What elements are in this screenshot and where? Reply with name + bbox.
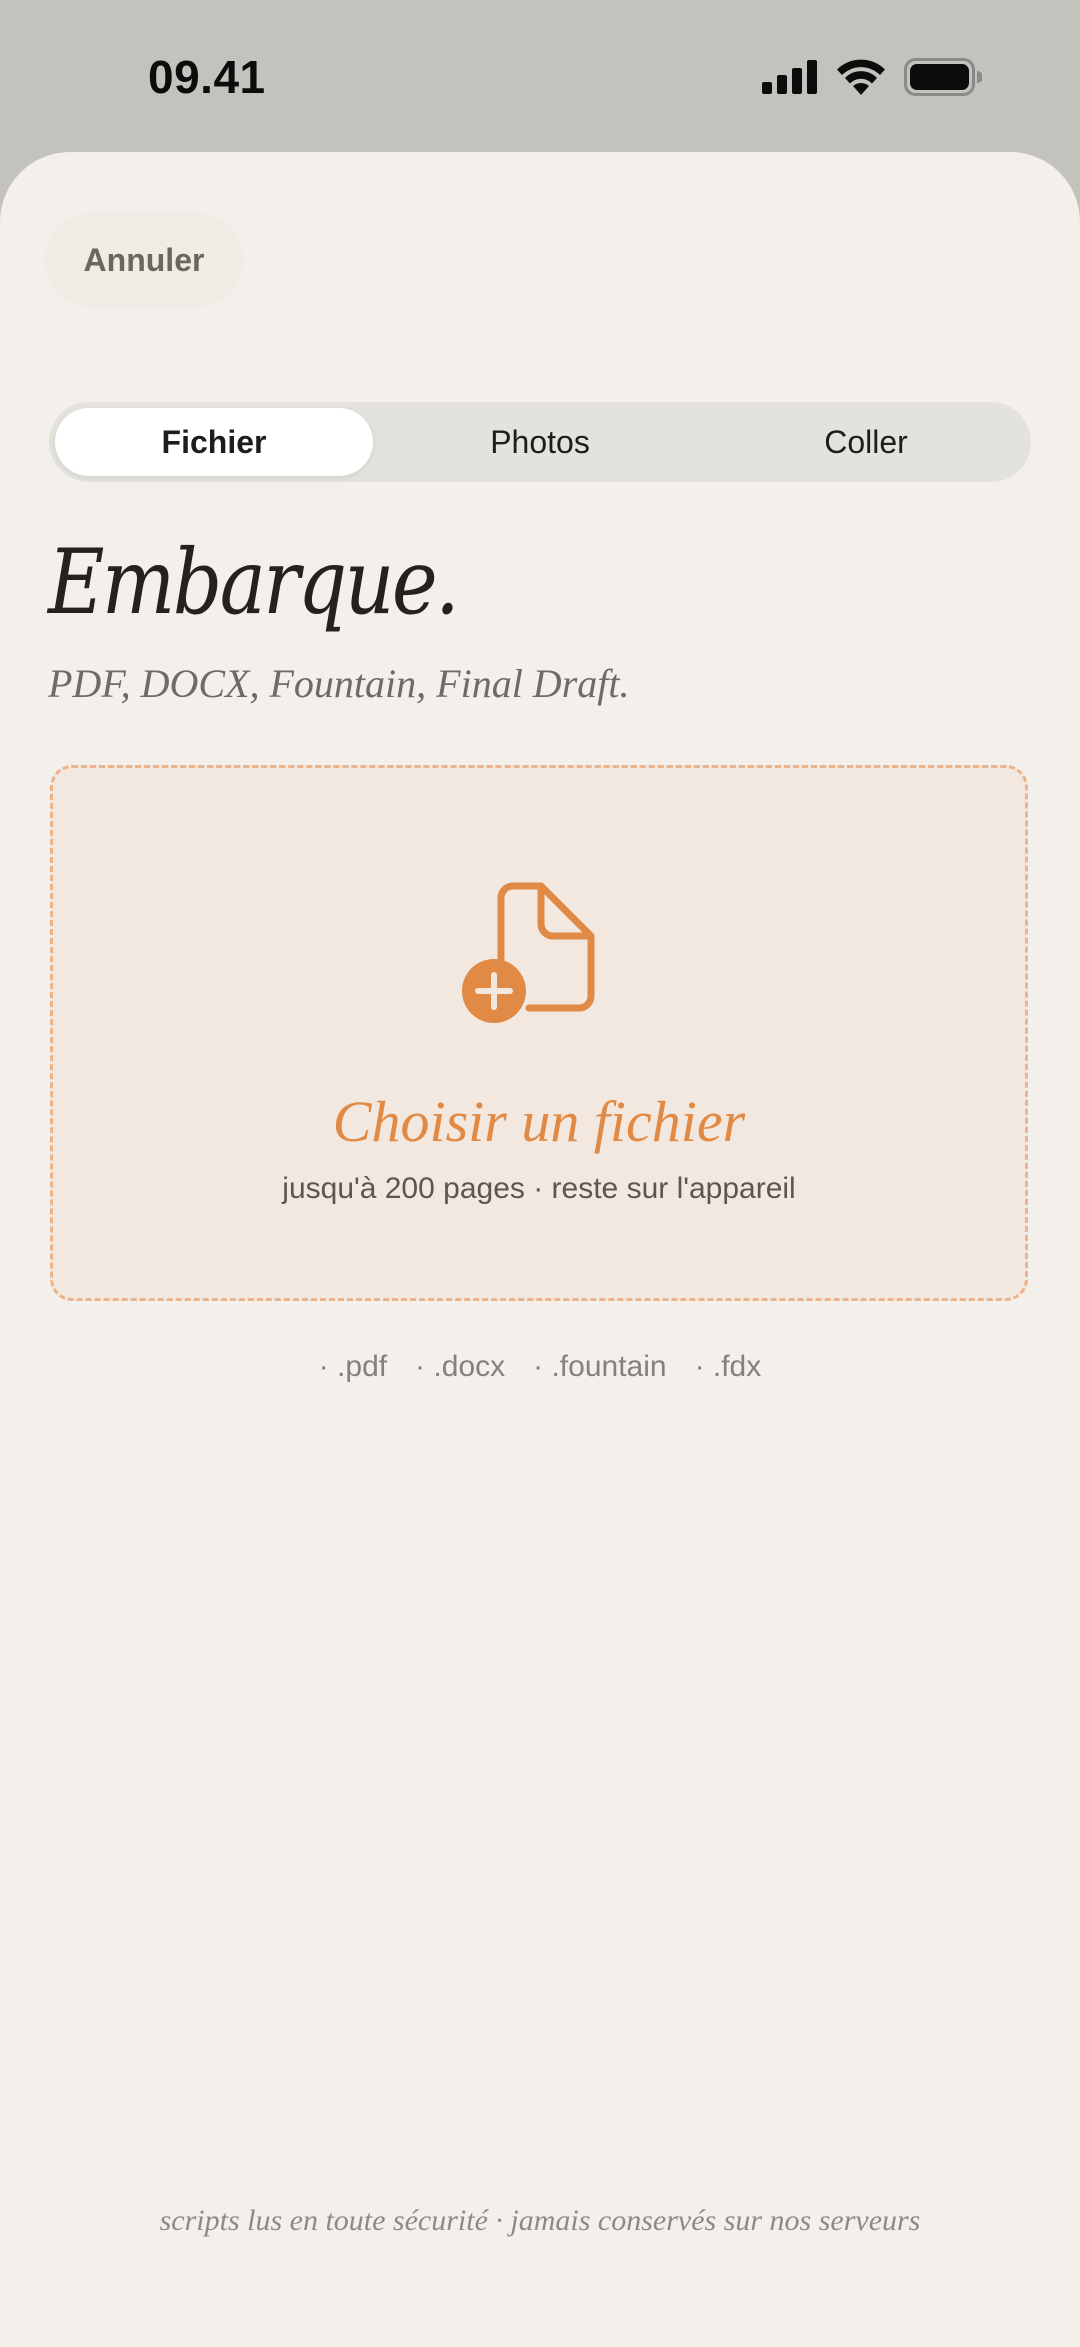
format-fountain: · .fountain xyxy=(533,1350,667,1383)
tab-fichier[interactable]: Fichier xyxy=(55,408,373,476)
privacy-note: scripts lus en toute sécurité · jamais c… xyxy=(159,2204,921,2237)
status-bar: 09.41 xyxy=(0,0,1080,150)
source-segmented-control: Fichier Photos Coller xyxy=(49,402,1031,482)
supported-formats: · .pdf · .docx · .fountain · .fdx xyxy=(0,1350,1080,1384)
tab-coller[interactable]: Coller xyxy=(707,408,1025,476)
cancel-button[interactable]: Annuler xyxy=(44,212,244,308)
status-icons xyxy=(762,58,982,96)
battery-icon xyxy=(904,58,982,96)
format-docx: · .docx xyxy=(415,1350,506,1383)
status-time: 09.41 xyxy=(148,51,266,103)
file-dropzone[interactable]: Choisir un fichier jusqu'à 200 pages · r… xyxy=(50,765,1028,1301)
format-pdf: · .pdf xyxy=(318,1350,388,1383)
cellular-signal-icon xyxy=(762,60,817,94)
page-subtitle: PDF, DOCX, Fountain, Final Draft. xyxy=(48,661,630,706)
choose-file-button[interactable]: Choisir un fichier xyxy=(53,1088,1025,1155)
page-title: Embarque. xyxy=(48,530,460,635)
dropzone-hint: jusqu'à 200 pages · reste sur l'appareil xyxy=(282,1172,796,1205)
format-fdx: · .fdx xyxy=(694,1350,762,1383)
import-sheet: Annuler Fichier Photos Coller Embarque. … xyxy=(0,152,1080,2347)
tab-photos[interactable]: Photos xyxy=(381,408,699,476)
wifi-icon xyxy=(837,59,885,95)
file-add-icon xyxy=(462,882,595,1023)
